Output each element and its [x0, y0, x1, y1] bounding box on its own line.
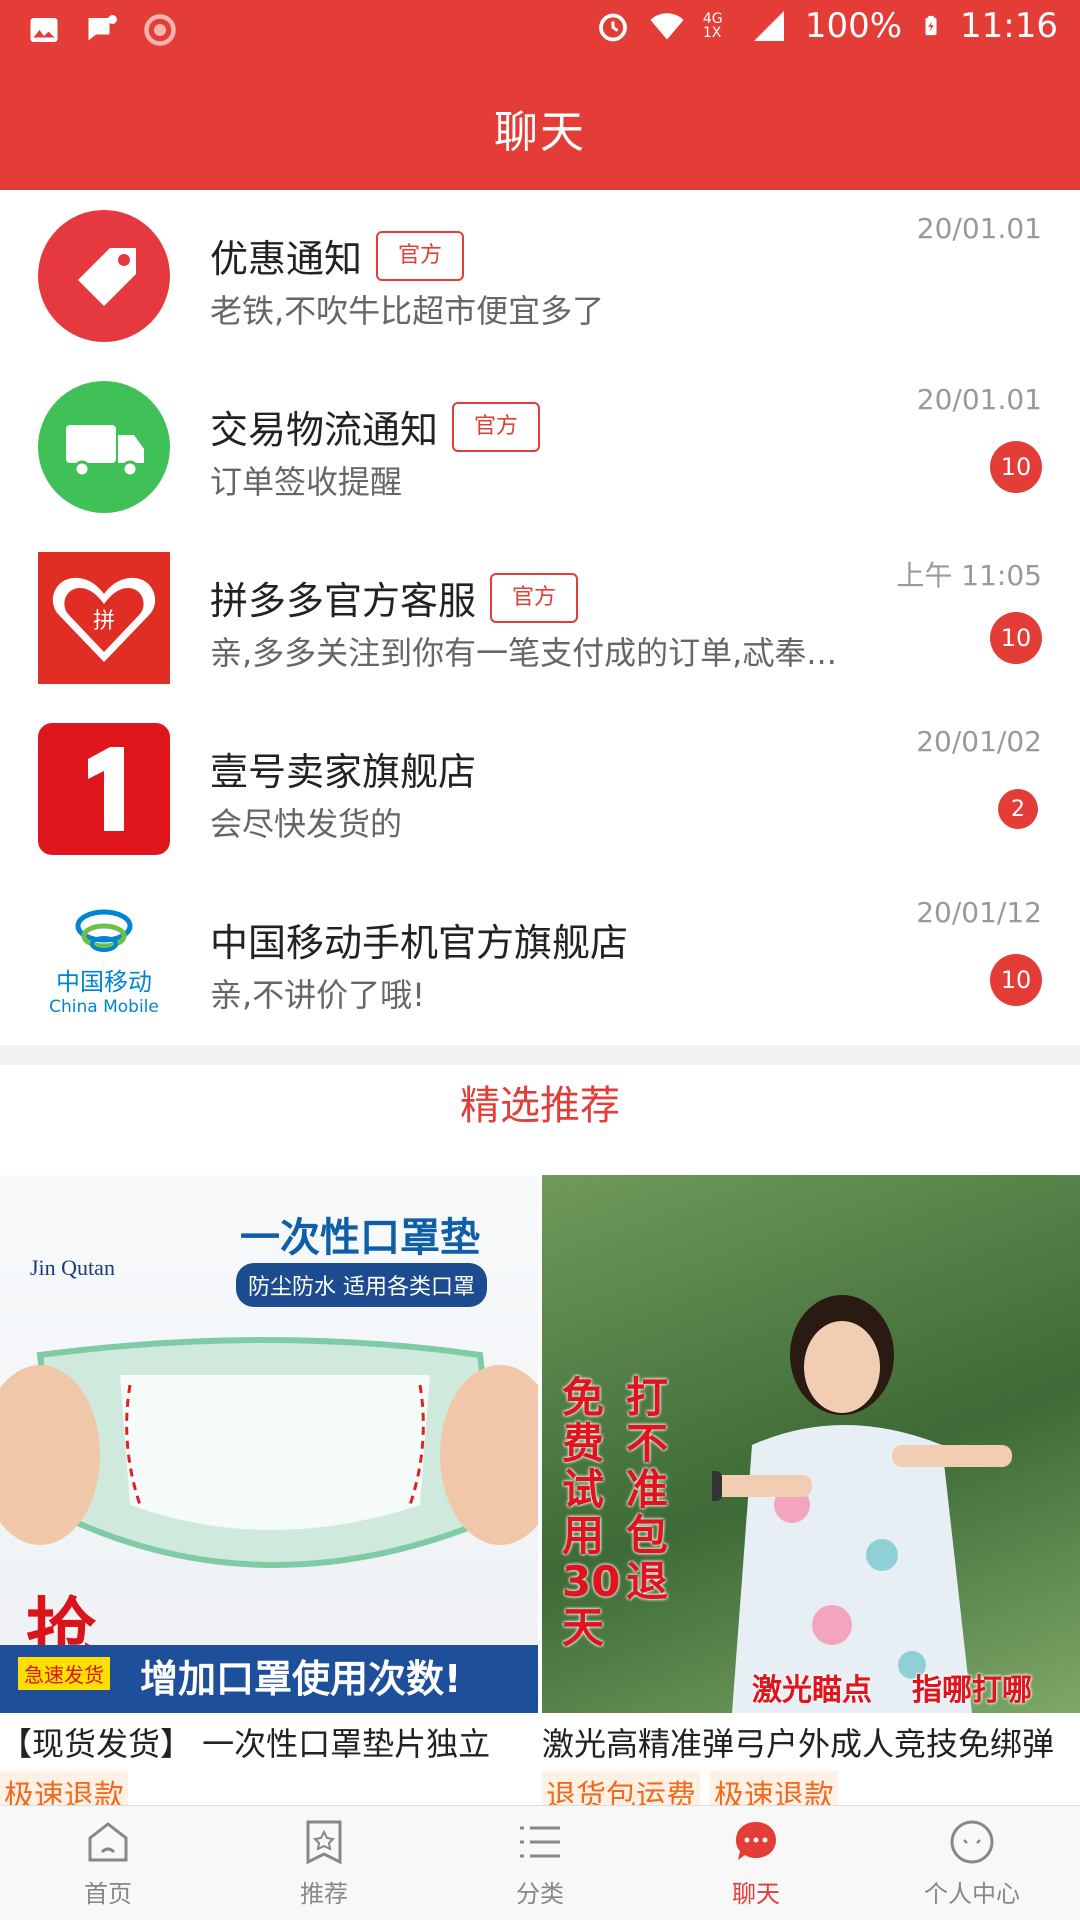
truck-icon — [38, 381, 170, 513]
nav-category[interactable]: 分类 — [432, 1806, 648, 1920]
bottom-nav: 首页 推荐 分类 聊天 个人中心 — [0, 1805, 1080, 1920]
brand-label: Jin Qutan — [30, 1255, 115, 1280]
chat-preview: 老铁,不吹牛比超市便宜多了 — [210, 292, 605, 330]
alarm-icon — [598, 13, 627, 42]
nav-recommend[interactable]: 推荐 — [216, 1806, 432, 1920]
battery-percent: 100% — [804, 6, 903, 46]
product-image-slingshot: 免费试用30天 打不准包退 激光瞄点 指哪打哪 — [542, 1175, 1080, 1713]
chat-time: 上午 11:05 — [896, 559, 1042, 592]
fast-ship-label: 急速发货 — [18, 1657, 110, 1690]
status-bar: 4G 1X 100% 11:16 — [0, 0, 1080, 58]
svg-text:拼: 拼 — [93, 609, 115, 634]
chat-item-china-mobile[interactable]: 中国移动 China Mobile 中国移动手机官方旗舰店 亲,不讲价了哦! 2… — [0, 874, 1080, 1045]
china-mobile-logo: 中国移动 China Mobile — [38, 894, 170, 1026]
product-subline: 防尘防水 适用各类口罩 — [236, 1263, 487, 1307]
nav-label: 聊天 — [732, 1879, 780, 1908]
product-headline: 一次性口罩垫 — [240, 1215, 480, 1261]
official-tag: 官方 — [490, 572, 579, 623]
chat-list: 优惠通知 官方 老铁,不吹牛比超市便宜多了 20/01.01 交易物流通知 官方… — [0, 190, 1080, 1045]
star-bookmark-icon — [306, 1820, 342, 1864]
woman-illustration — [712, 1295, 1012, 1713]
network-label: 4G 1X — [702, 11, 723, 41]
chat-time: 20/01.01 — [916, 212, 1042, 245]
chat-time: 20/01/12 — [916, 896, 1042, 929]
chat-title: 壹号卖家旗舰店 — [210, 750, 477, 794]
chat-title: 优惠通知 — [210, 237, 363, 281]
image-icon — [30, 18, 58, 42]
unread-badge: 10 — [990, 441, 1042, 493]
product-name: 【现货发货】 一次性口罩垫片独立 — [0, 1725, 491, 1763]
chat-item-coupon[interactable]: 优惠通知 官方 老铁,不吹牛比超市便宜多了 20/01.01 — [0, 190, 1080, 361]
free-trial-text: 免费试用30天 — [562, 1373, 621, 1652]
chat-bubble-icon — [736, 1821, 776, 1860]
mask-illustration — [0, 1337, 538, 1568]
chat-preview: 订单签收提醒 — [210, 463, 403, 501]
list-icon — [520, 1826, 560, 1857]
recommend-title: 精选推荐 — [460, 1083, 620, 1129]
clock: 11:16 — [960, 6, 1058, 46]
wifi-icon — [650, 13, 684, 40]
signal-icon — [753, 11, 784, 41]
official-tag: 官方 — [376, 230, 465, 281]
chat-item-no1-store[interactable]: 壹号卖家旗舰店 会尽快发货的 20/01/02 2 — [0, 703, 1080, 874]
chat-title: 拼多多官方客服 — [210, 579, 477, 623]
chat-time: 20/01.01 — [916, 383, 1042, 416]
official-tag: 官方 — [452, 401, 541, 452]
chat-preview: 亲,多多关注到你有一笔支付成的订单,忒奉... — [210, 634, 837, 672]
unread-badge: 10 — [990, 612, 1042, 664]
product-card[interactable]: Jin Qutan 一次性口罩垫 防尘防水 适用各类口罩 抢 急速发货 增加口罩… — [0, 1175, 538, 1815]
unread-badge: 2 — [998, 789, 1038, 829]
chat-item-pinduoduo[interactable]: 拼 拼多多官方客服 官方 亲,多多关注到你有一笔支付成的订单,忒奉... 上午 … — [0, 532, 1080, 703]
chat-title: 交易物流通知 — [210, 408, 439, 452]
home-icon — [88, 1821, 128, 1861]
profile-face-icon — [950, 1820, 994, 1863]
unread-badge: 10 — [990, 954, 1042, 1006]
product-image-mask-pad: Jin Qutan 一次性口罩垫 防尘防水 适用各类口罩 抢 急速发货 增加口罩… — [0, 1175, 538, 1713]
nav-label: 分类 — [516, 1879, 564, 1908]
nav-label: 推荐 — [300, 1879, 348, 1908]
laser-aim-text: 激光瞄点 — [752, 1673, 872, 1708]
chat-preview: 会尽快发货的 — [210, 805, 403, 843]
nav-label: 个人中心 — [924, 1879, 1020, 1908]
china-mobile-swirl-icon — [75, 909, 133, 952]
product-name: 激光高精准弹弓户外成人竞技免绑弹 — [542, 1725, 1055, 1763]
battery-icon — [925, 15, 937, 36]
chat-title: 中国移动手机官方旗舰店 — [210, 921, 629, 965]
app-header: 4G 1X 100% 11:16 聊天 — [0, 0, 1080, 190]
nav-chat[interactable]: 聊天 — [648, 1806, 864, 1920]
message-icon — [88, 15, 117, 41]
china-mobile-cn: 中国移动 — [56, 967, 152, 996]
app-icon — [144, 14, 176, 46]
number-one-logo — [38, 723, 170, 855]
nav-home[interactable]: 首页 — [0, 1806, 216, 1920]
china-mobile-en: China Mobile — [49, 996, 159, 1017]
product-card[interactable]: 免费试用30天 打不准包退 激光瞄点 指哪打哪 激光高精准弹弓户外成人竞技免绑弹… — [542, 1175, 1080, 1815]
accurate-text: 指哪打哪 — [912, 1673, 1032, 1708]
recommend-section: 精选推荐 Jin Qutan 一次性口罩垫 防尘防水 适用各类口罩 抢 急速发货… — [0, 1065, 1080, 1815]
chat-preview: 亲,不讲价了哦! — [210, 976, 426, 1014]
page-title: 聊天 — [494, 107, 586, 158]
nav-profile[interactable]: 个人中心 — [864, 1806, 1080, 1920]
coupon-tag-icon — [38, 210, 170, 342]
guarantee-text: 打不准包退 — [626, 1373, 669, 1606]
chat-item-logistics[interactable]: 交易物流通知 官方 订单签收提醒 20/01.01 10 — [0, 361, 1080, 532]
nav-label: 首页 — [84, 1879, 132, 1908]
chat-time: 20/01/02 — [916, 725, 1042, 758]
pinduoduo-logo: 拼 — [38, 552, 170, 684]
